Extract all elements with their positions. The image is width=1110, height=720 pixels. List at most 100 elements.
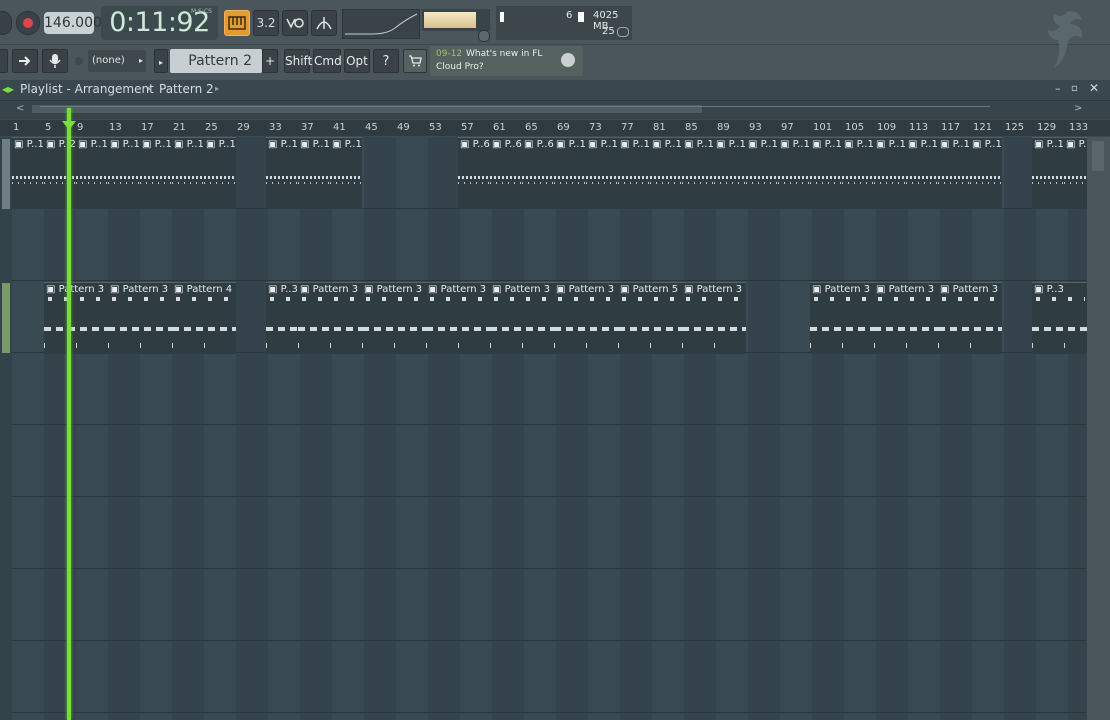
pattern-clip[interactable]: ▣ P..1: [906, 137, 938, 209]
record-audio-button[interactable]: [42, 49, 68, 73]
add-pattern-button[interactable]: +: [262, 49, 278, 73]
pattern-clip[interactable]: ▣ P..1: [554, 137, 586, 209]
snap-button[interactable]: [0, 49, 8, 73]
ruler-bar-number: 101: [813, 122, 833, 133]
chevron-right-icon: ▸: [158, 58, 163, 67]
time-display[interactable]: 0:11:92 M:S:CS: [101, 6, 218, 40]
pattern-clip[interactable]: ▣ Pattern 5: [618, 282, 682, 354]
pattern-prev-button[interactable]: ▸: [154, 49, 168, 73]
pattern-clip[interactable]: ▣ P..1: [1064, 137, 1096, 209]
record-button[interactable]: [16, 11, 40, 35]
pattern-clip[interactable]: ▣ Pattern 3: [108, 282, 172, 354]
pattern-clip[interactable]: ▣ P..2: [44, 137, 76, 209]
scroll-left-icon[interactable]: <: [16, 103, 24, 114]
clip-label: ▣ P..1: [844, 139, 874, 150]
clip-label: ▣ P..1: [620, 139, 650, 150]
ruler-bar-number: 109: [877, 122, 897, 133]
clip-notes: [810, 327, 874, 331]
pattern-clip[interactable]: ▣ P..1: [266, 137, 298, 209]
pattern-clip[interactable]: ▣ P..1: [586, 137, 618, 209]
clip-notes: [140, 176, 172, 179]
grid-column: [172, 137, 204, 720]
tempo-display[interactable]: 146.000: [44, 12, 102, 34]
clip-notes: [622, 297, 680, 301]
pattern-clip[interactable]: ▣ Pattern 3: [426, 282, 490, 354]
pattern-clip[interactable]: ▣ Pattern 3: [298, 282, 362, 354]
typing-keyboard-icon[interactable]: [224, 10, 250, 36]
playlist-arrows-icon[interactable]: ◂▸: [2, 82, 14, 96]
ruler-bar-number: 61: [493, 122, 506, 133]
pattern-clip[interactable]: ▣ P..1: [330, 137, 362, 209]
clip-notes: [44, 343, 108, 348]
news-panel[interactable]: 09-12 What's new in FL Cloud Pro?: [430, 46, 583, 76]
pattern-clip[interactable]: ▣ P..1: [618, 137, 650, 209]
pattern-clip[interactable]: ▣ P..1: [746, 137, 778, 209]
stop-button[interactable]: [0, 11, 12, 35]
pattern-clip[interactable]: ▣ P..1: [778, 137, 810, 209]
pattern-clip[interactable]: ▣ P..6: [458, 137, 490, 209]
pattern-clip[interactable]: ▣ Pattern 3: [490, 282, 554, 354]
pattern-clip[interactable]: ▣ P..1: [650, 137, 682, 209]
track-separator: [12, 424, 1087, 425]
pattern-clip[interactable]: ▣ P..1: [682, 137, 714, 209]
vertical-scrollbar[interactable]: [1092, 141, 1104, 171]
pattern-clip[interactable]: ▣ P..3: [266, 282, 298, 354]
clip-notes: [44, 182, 76, 184]
pattern-clip[interactable]: ▣ Pattern 3: [554, 282, 618, 354]
opt-button[interactable]: Opt: [344, 49, 370, 73]
pattern-select[interactable]: Pattern 2: [170, 49, 262, 73]
arrow-right-button[interactable]: [12, 49, 38, 73]
ruler-bar-number: 45: [365, 122, 378, 133]
pattern-clip[interactable]: ▣ P..1: [842, 137, 874, 209]
minimize-icon[interactable]: –: [1055, 82, 1061, 95]
channel-select[interactable]: (none) ▸: [88, 50, 146, 72]
timeline-ruler[interactable]: 1 5 9 13 17 21 25 29 33 37 41 45 49 53 57 61 65 69 73 77 81 8…: [0, 120, 1110, 136]
pattern-clip[interactable]: ▣ Pattern 3: [874, 282, 938, 354]
pattern-clip[interactable]: ▣ Pattern 3: [682, 282, 746, 354]
metronome-icon[interactable]: [311, 10, 337, 36]
playhead-marker-icon[interactable]: [62, 121, 76, 130]
ruler-bar-number: 117: [941, 122, 961, 133]
pattern-clip[interactable]: ▣ Pattern 3: [44, 282, 108, 354]
cpu-value: 6: [566, 10, 573, 21]
pattern-clip[interactable]: ▣ P..1: [1032, 137, 1064, 209]
pattern-clip[interactable]: ▣ Pattern 3: [810, 282, 874, 354]
blend-icon[interactable]: [282, 10, 308, 36]
track-3-color[interactable]: [2, 283, 10, 353]
pattern-clip[interactable]: ▣ P..1: [938, 137, 970, 209]
playlist-grid[interactable]: ▣ P..1 ▣ P..2 ▣ P..1 ▣ P..1 ▣ P..1 ▣ P..1 ▣ P.…: [12, 137, 1100, 720]
pattern-clip[interactable]: ▣ P..1: [12, 137, 44, 209]
pattern-clip[interactable]: ▣ P..1: [140, 137, 172, 209]
grid-column: [204, 137, 236, 720]
pattern-clip[interactable]: ▣ Pattern 3: [938, 282, 1002, 354]
hint-bar-button[interactable]: ?: [373, 49, 399, 73]
maximize-icon[interactable]: ▫: [1071, 83, 1078, 94]
pattern-clip[interactable]: ▣ P..1: [76, 137, 108, 209]
pattern-clip[interactable]: ▣ P..3: [1032, 282, 1087, 354]
scroll-right-icon[interactable]: >: [1074, 103, 1082, 114]
close-icon[interactable]: ✕: [1089, 81, 1099, 95]
pattern-clip[interactable]: ▣ P..6: [490, 137, 522, 209]
shop-button[interactable]: [403, 49, 427, 73]
pattern-clip[interactable]: ▣ P..6: [522, 137, 554, 209]
pattern-clip[interactable]: ▣ P..1: [874, 137, 906, 209]
playhead[interactable]: [67, 108, 71, 720]
cmd-button[interactable]: Cmd: [313, 49, 342, 73]
pattern-clip[interactable]: ▣ P..1: [204, 137, 236, 209]
pattern-clip[interactable]: ▣ P..1: [970, 137, 1002, 209]
clip-notes: [522, 182, 554, 184]
pattern-clip[interactable]: ▣ P..1: [714, 137, 746, 209]
clip-notes: [172, 176, 204, 179]
shift-button[interactable]: Shift: [284, 49, 312, 73]
step-icon[interactable]: 3.2: [253, 10, 279, 36]
track-1-color[interactable]: [2, 139, 10, 209]
clip-notes: [938, 176, 970, 179]
pattern-clip[interactable]: ▣ Pattern 4: [172, 282, 236, 354]
pattern-clip[interactable]: ▣ P..1: [172, 137, 204, 209]
master-pitch-knob[interactable]: [478, 30, 490, 42]
pattern-clip[interactable]: ▣ P..1: [108, 137, 140, 209]
pattern-clip[interactable]: ▣ P..1: [810, 137, 842, 209]
pattern-clip[interactable]: ▣ P..1: [298, 137, 330, 209]
pattern-clip[interactable]: ▣ Pattern 3: [362, 282, 426, 354]
clip-notes: [874, 176, 906, 179]
